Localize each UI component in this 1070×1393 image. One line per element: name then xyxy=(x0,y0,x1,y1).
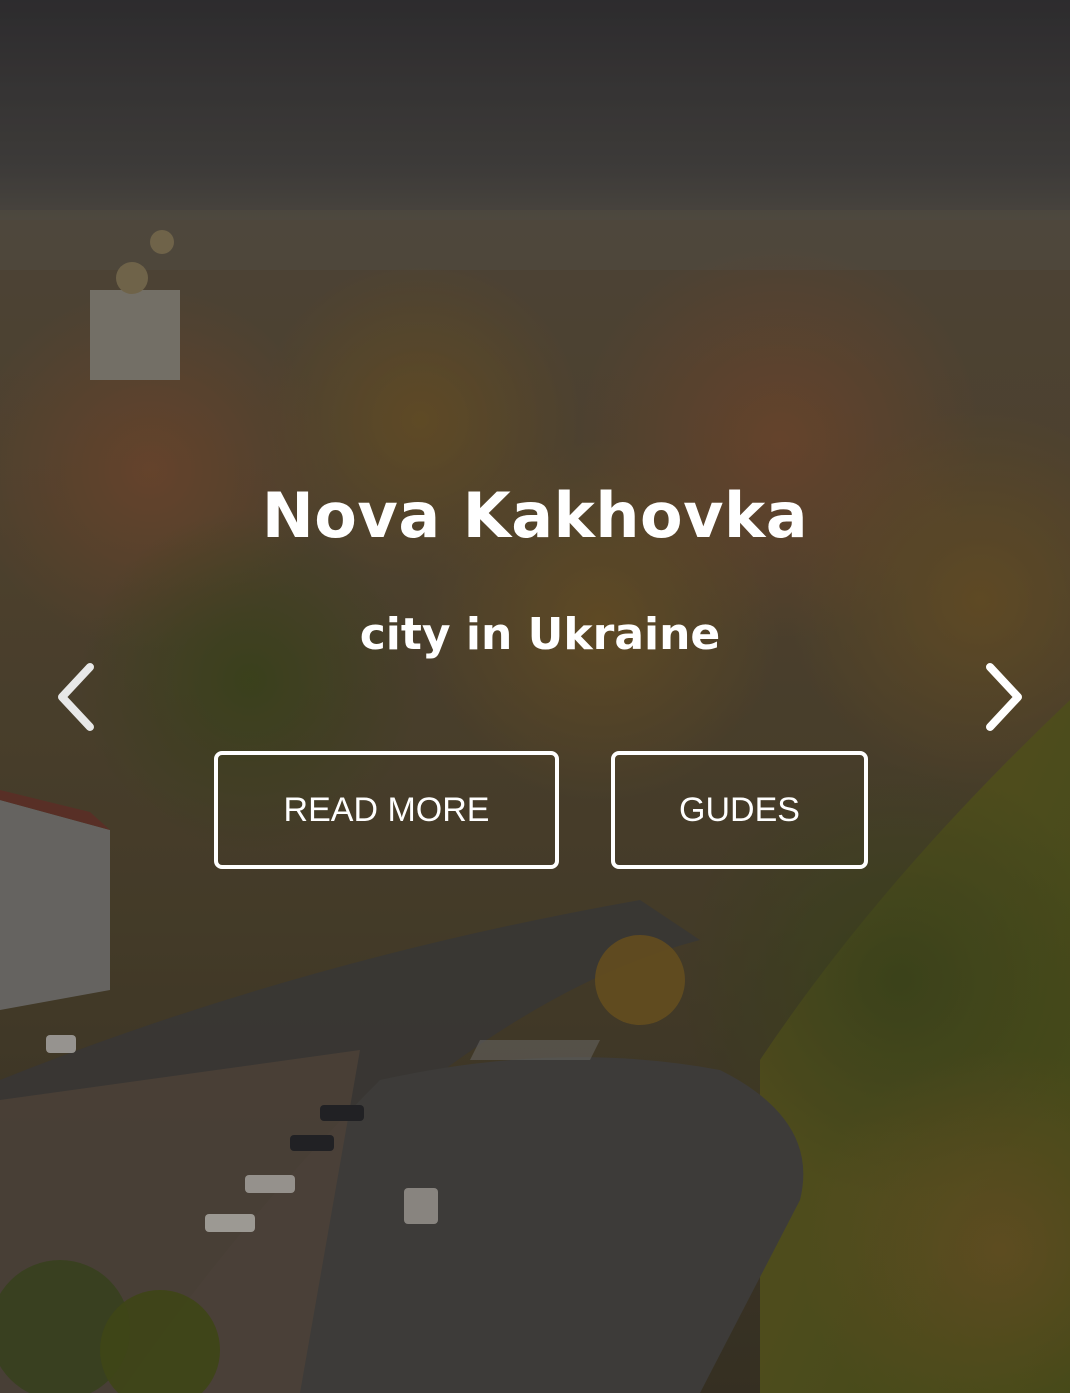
page-subtitle: city in Ukraine xyxy=(359,609,721,660)
dark-overlay xyxy=(0,0,1070,1393)
page-title: Nova Kakhovka xyxy=(261,479,809,552)
hero-carousel-slide: Nova Kakhovka city in Ukraine READ MORE … xyxy=(0,0,1070,1393)
chevron-left-icon xyxy=(58,663,94,731)
read-more-button[interactable]: READ MORE xyxy=(214,751,559,869)
carousel-prev-button[interactable] xyxy=(46,655,106,739)
guides-button[interactable]: GUDES xyxy=(611,751,868,869)
chevron-right-icon xyxy=(986,663,1022,731)
carousel-next-button[interactable] xyxy=(974,655,1034,739)
